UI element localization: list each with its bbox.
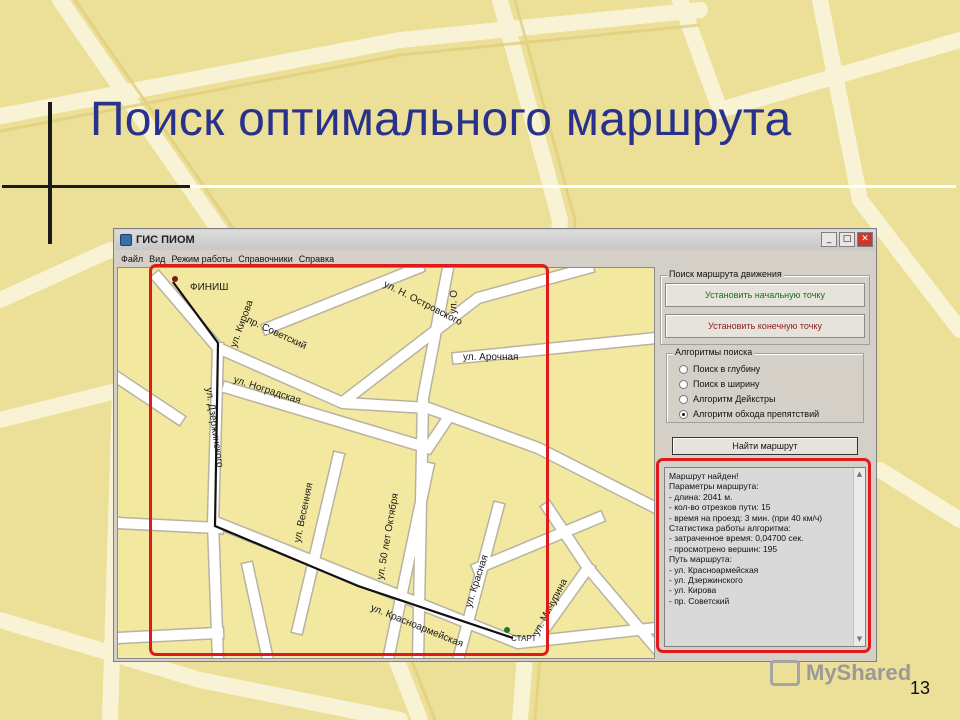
map-highlight-frame bbox=[149, 264, 549, 656]
slide-title: Поиск оптимального маршрута bbox=[90, 93, 792, 146]
set-end-button[interactable]: Установить конечную точку bbox=[665, 314, 865, 338]
set-start-button[interactable]: Установить начальную точку bbox=[665, 283, 865, 307]
close-button[interactable]: ✕ bbox=[857, 232, 873, 247]
title-bar[interactable]: ГИС ПИОМ _ □ ✕ bbox=[115, 230, 875, 250]
menu-help[interactable]: Справка bbox=[299, 254, 334, 264]
route-search-group: Поиск маршрута движения Установить начал… bbox=[660, 269, 870, 345]
radio-button[interactable] bbox=[679, 364, 688, 374]
algorithm-option-obstacle[interactable]: Алгоритм обхода препятствий bbox=[679, 409, 819, 419]
app-icon bbox=[120, 234, 132, 246]
window-title: ГИС ПИОМ bbox=[136, 234, 195, 246]
algorithm-option-label: Алгоритм обхода препятствий bbox=[693, 409, 820, 419]
algorithms-group-label: Алгоритмы поиска bbox=[673, 347, 755, 357]
decorative-horizontal-line-light bbox=[190, 185, 956, 188]
algorithm-option-dijkstra[interactable]: Алгоритм Дейкстры bbox=[679, 394, 775, 404]
watermark-text: MyShared bbox=[806, 660, 912, 685]
algorithm-option-dfs[interactable]: Поиск в глубину bbox=[679, 364, 760, 374]
radio-button-selected[interactable] bbox=[679, 409, 688, 419]
algorithm-option-label: Поиск в глубину bbox=[693, 364, 761, 374]
menu-file[interactable]: Файл bbox=[121, 254, 143, 264]
menu-view[interactable]: Вид bbox=[149, 254, 165, 264]
decorative-vertical-line bbox=[48, 102, 52, 244]
page-number: 13 bbox=[910, 678, 931, 698]
watermark-icon bbox=[770, 660, 800, 686]
algorithm-option-bfs[interactable]: Поиск в ширину bbox=[679, 379, 759, 389]
radio-button[interactable] bbox=[679, 394, 688, 404]
maximize-button[interactable]: □ bbox=[839, 232, 855, 247]
algorithm-option-label: Алгоритм Дейкстры bbox=[693, 394, 776, 404]
algorithm-option-label: Поиск в ширину bbox=[693, 379, 760, 389]
watermark: MyShared bbox=[770, 660, 911, 686]
algorithms-group: Алгоритмы поиска Поиск в глубину Поиск в… bbox=[666, 347, 864, 423]
result-highlight-frame bbox=[656, 458, 871, 653]
window-controls: _ □ ✕ bbox=[821, 232, 873, 247]
minimize-button[interactable]: _ bbox=[821, 232, 837, 247]
menu-references[interactable]: Справочники bbox=[238, 254, 293, 264]
find-route-button[interactable]: Найти маршрут bbox=[672, 437, 858, 455]
radio-button[interactable] bbox=[679, 379, 688, 389]
decorative-horizontal-line bbox=[2, 185, 192, 188]
route-search-group-label: Поиск маршрута движения bbox=[667, 269, 784, 279]
menu-mode[interactable]: Режим работы bbox=[171, 254, 232, 264]
